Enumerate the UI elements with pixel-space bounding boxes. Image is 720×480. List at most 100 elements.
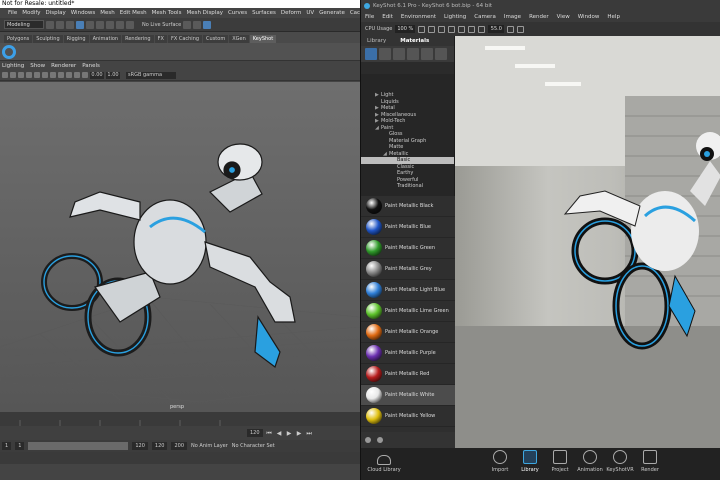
workspace-icon[interactable] bbox=[438, 25, 446, 33]
camera-select-icon[interactable] bbox=[2, 72, 8, 78]
shelf-tab-rendering[interactable]: Rendering bbox=[122, 35, 154, 43]
tab-library[interactable]: Library bbox=[367, 38, 386, 44]
shelf-tab-animation[interactable]: Animation bbox=[89, 35, 122, 43]
menu-mesh[interactable]: Mesh bbox=[100, 10, 114, 16]
lights-icon[interactable] bbox=[58, 72, 64, 78]
ks-menu-help[interactable]: Help bbox=[607, 14, 620, 20]
keyshot-realtime-view[interactable] bbox=[455, 36, 720, 448]
step-forward-icon[interactable]: ▶ bbox=[296, 430, 303, 437]
shelf-tab-fx[interactable]: FX bbox=[154, 35, 167, 43]
material-item[interactable]: Paint Metallic Orange bbox=[361, 322, 455, 343]
snap-grid-icon[interactable] bbox=[106, 20, 114, 29]
anim-layer-select[interactable]: No Anim Layer bbox=[191, 443, 228, 449]
lasso-tool-icon[interactable] bbox=[86, 20, 94, 29]
colors-category-icon[interactable] bbox=[379, 48, 391, 60]
ks-menu-file[interactable]: File bbox=[365, 14, 374, 20]
materials-category-icon[interactable] bbox=[365, 48, 377, 60]
shadows-icon[interactable] bbox=[66, 72, 72, 78]
thumbnail-size-slider[interactable] bbox=[377, 437, 383, 443]
render-settings-icon[interactable] bbox=[203, 20, 212, 29]
smooth-shade-icon[interactable] bbox=[42, 72, 48, 78]
save-scene-icon[interactable] bbox=[66, 20, 74, 29]
range-outer-end-field[interactable]: 120 bbox=[151, 442, 168, 450]
library-search-input[interactable] bbox=[361, 62, 454, 74]
menu-file[interactable]: File bbox=[8, 10, 17, 16]
geometry-view-icon[interactable] bbox=[507, 25, 515, 33]
pause-icon[interactable] bbox=[418, 25, 426, 33]
current-time-field[interactable]: 120 bbox=[247, 429, 263, 437]
shelf-tab-polygons[interactable]: Polygons bbox=[4, 35, 33, 43]
snap-curve-icon[interactable] bbox=[116, 20, 124, 29]
range-slider[interactable] bbox=[28, 442, 129, 450]
menu-modify[interactable]: Modify bbox=[22, 10, 40, 16]
step-back-icon[interactable]: ◀ bbox=[276, 430, 283, 437]
project-button[interactable]: Project bbox=[549, 450, 571, 473]
material-item[interactable]: Paint Metallic White bbox=[361, 385, 455, 406]
range-end-field[interactable]: 200 bbox=[171, 442, 188, 450]
menu-curves[interactable]: Curves bbox=[228, 10, 247, 16]
material-item[interactable]: Paint Metallic Lime Green bbox=[361, 301, 455, 322]
range-inner-end-field[interactable]: 120 bbox=[132, 442, 148, 450]
range-start-field[interactable]: 1 bbox=[2, 442, 12, 450]
favorites-category-icon[interactable] bbox=[435, 48, 447, 60]
ks-menu-render[interactable]: Render bbox=[529, 14, 549, 20]
snap-point-icon[interactable] bbox=[126, 20, 134, 29]
keyshotvr-button[interactable]: KeyShotVR bbox=[606, 450, 634, 473]
shelf-tab-sculpting[interactable]: Sculpting bbox=[33, 35, 63, 43]
animation-button[interactable]: Animation bbox=[577, 450, 603, 473]
open-scene-icon[interactable] bbox=[56, 20, 64, 29]
material-item[interactable]: Paint Metallic Red bbox=[361, 364, 455, 385]
material-item[interactable]: Paint Metallic Purple bbox=[361, 343, 455, 364]
tumble-icon[interactable] bbox=[448, 25, 456, 33]
shelf-tab-rigging[interactable]: Rigging bbox=[63, 35, 89, 43]
menu-mesh-tools[interactable]: Mesh Tools bbox=[152, 10, 182, 16]
menu-display[interactable]: Display bbox=[45, 10, 65, 16]
go-to-start-icon[interactable]: ⏮ bbox=[266, 430, 273, 437]
ipr-render-icon[interactable] bbox=[193, 20, 202, 29]
pan-icon[interactable] bbox=[458, 25, 466, 33]
bookmark-icon[interactable] bbox=[18, 72, 24, 78]
ks-menu-image[interactable]: Image bbox=[504, 14, 521, 20]
maya-viewport[interactable]: persp bbox=[0, 82, 360, 412]
library-button[interactable]: Library bbox=[519, 450, 541, 473]
material-item[interactable]: Paint Metallic Yellow bbox=[361, 406, 455, 427]
command-line[interactable] bbox=[0, 452, 360, 464]
exposure-field[interactable]: 0.00 bbox=[90, 71, 104, 79]
menu-generate[interactable]: Generate bbox=[319, 10, 345, 16]
fov-field[interactable]: 55.0 bbox=[488, 25, 505, 33]
range-inner-start-field[interactable]: 1 bbox=[15, 442, 25, 450]
screenshot-icon[interactable] bbox=[517, 25, 525, 33]
menu-deform[interactable]: Deform bbox=[281, 10, 301, 16]
ks-menu-lighting[interactable]: Lighting bbox=[444, 14, 466, 20]
go-to-end-icon[interactable]: ⏭ bbox=[306, 430, 313, 437]
panel-menu-panels[interactable]: Panels bbox=[82, 63, 100, 69]
menu-surfaces[interactable]: Surfaces bbox=[252, 10, 276, 16]
shelf-tab-custom[interactable]: Custom bbox=[203, 35, 229, 43]
color-space-select[interactable]: sRGB gamma bbox=[126, 71, 176, 79]
textured-icon[interactable] bbox=[50, 72, 56, 78]
shelf-tab-keyshot[interactable]: KeyShot bbox=[249, 35, 277, 43]
camera-attributes-icon[interactable] bbox=[10, 72, 16, 78]
field-of-view-icon[interactable] bbox=[478, 25, 486, 33]
isolate-icon[interactable] bbox=[82, 72, 88, 78]
mode-select[interactable]: Modeling bbox=[4, 20, 44, 29]
time-slider[interactable] bbox=[0, 412, 360, 426]
render-icon[interactable] bbox=[183, 20, 192, 29]
keyshot-gear-icon[interactable] bbox=[2, 44, 16, 59]
tab-materials[interactable]: Materials bbox=[400, 38, 429, 44]
ks-menu-view[interactable]: View bbox=[557, 14, 570, 20]
cpu-usage-select[interactable]: 100 % bbox=[395, 25, 416, 33]
menu-mesh-display[interactable]: Mesh Display bbox=[186, 10, 223, 16]
play-icon[interactable]: ▶ bbox=[286, 430, 293, 437]
material-item[interactable]: Paint Metallic Green bbox=[361, 238, 455, 259]
shelf-tab-xgen[interactable]: XGen bbox=[229, 35, 249, 43]
panel-menu-lighting[interactable]: Lighting bbox=[2, 63, 24, 69]
environments-category-icon[interactable] bbox=[393, 48, 405, 60]
gamma-field[interactable]: 1.00 bbox=[106, 71, 120, 79]
grid-toggle-icon[interactable] bbox=[26, 72, 32, 78]
new-scene-icon[interactable] bbox=[46, 20, 54, 29]
ks-menu-camera[interactable]: Camera bbox=[474, 14, 496, 20]
import-button[interactable]: Import bbox=[489, 450, 511, 473]
cloud-library-button[interactable]: Cloud Library bbox=[367, 455, 401, 473]
ks-menu-window[interactable]: Window bbox=[578, 14, 600, 20]
